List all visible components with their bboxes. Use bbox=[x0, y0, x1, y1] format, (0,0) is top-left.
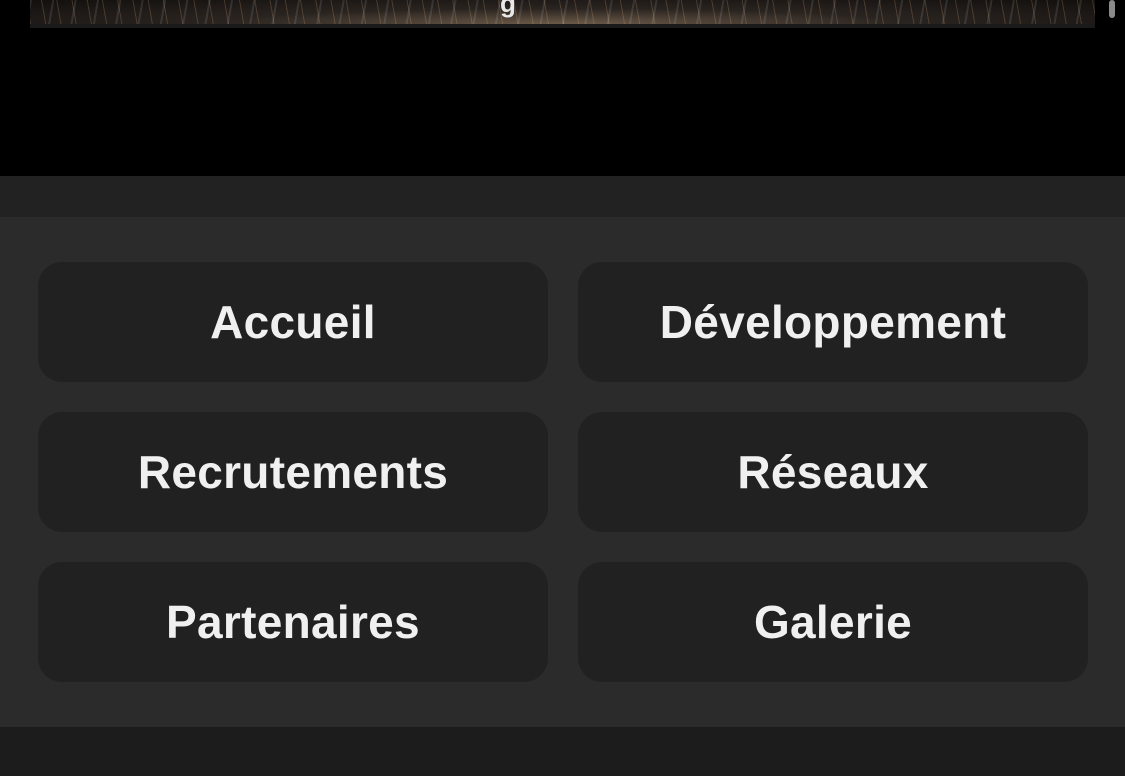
nav-button-partenaires[interactable]: Partenaires bbox=[38, 562, 548, 682]
navigation-grid: Accueil Développement Recrutements Résea… bbox=[38, 262, 1088, 682]
nav-button-developpement[interactable]: Développement bbox=[578, 262, 1088, 382]
footer-strip bbox=[0, 727, 1125, 776]
nav-button-accueil[interactable]: Accueil bbox=[38, 262, 548, 382]
hero-banner-image: g bbox=[30, 0, 1095, 28]
menu-header-strip bbox=[0, 176, 1125, 217]
nav-button-recrutements[interactable]: Recrutements bbox=[38, 412, 548, 532]
page: g Accueil Développement Recrutements Rés… bbox=[0, 0, 1125, 776]
nav-button-galerie[interactable]: Galerie bbox=[578, 562, 1088, 682]
navigation-menu: Accueil Développement Recrutements Résea… bbox=[0, 217, 1125, 727]
banner-title-fragment: g bbox=[500, 0, 516, 18]
nav-button-reseaux[interactable]: Réseaux bbox=[578, 412, 1088, 532]
scrollbar[interactable] bbox=[1109, 0, 1115, 18]
